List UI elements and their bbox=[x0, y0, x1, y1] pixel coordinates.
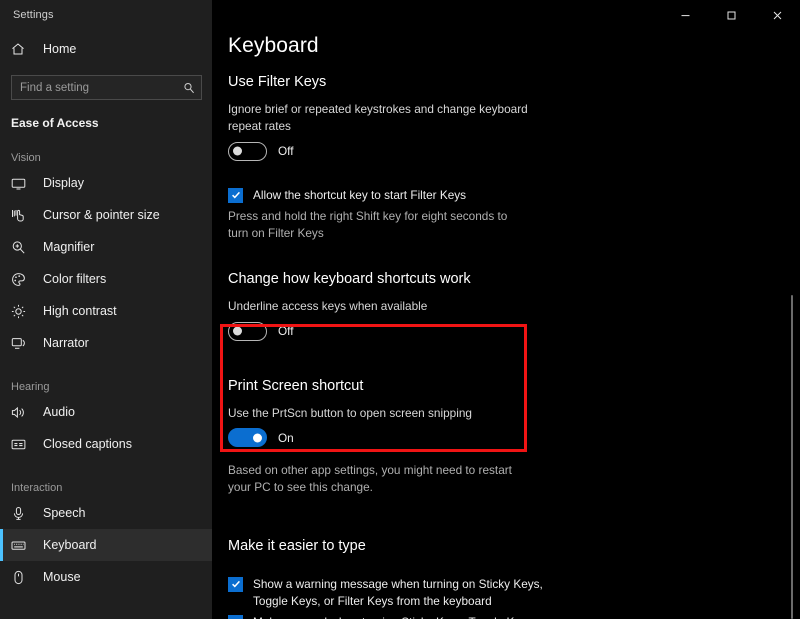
make-sound-checkbox[interactable] bbox=[228, 615, 243, 619]
sidebar-item-mouse[interactable]: Mouse bbox=[0, 561, 212, 593]
sidebar-item-home[interactable]: Home bbox=[0, 34, 212, 64]
section-heading-shortcuts: Change how keyboard shortcuts work bbox=[228, 271, 784, 287]
sidebar-category-title: Ease of Access bbox=[0, 116, 212, 130]
print-screen-note: Based on other app settings, you might n… bbox=[228, 462, 530, 496]
sidebar-item-keyboard[interactable]: Keyboard bbox=[0, 529, 212, 561]
filter-keys-toggle-row[interactable]: Off bbox=[228, 142, 784, 161]
sidebar-item-color-filters[interactable]: Color filters bbox=[0, 263, 212, 295]
mouse-icon bbox=[11, 570, 33, 585]
sidebar-item-closed-captions-label: Closed captions bbox=[43, 437, 132, 451]
scrollbar-thumb[interactable] bbox=[791, 295, 793, 619]
sidebar-item-speech[interactable]: Speech bbox=[0, 497, 212, 529]
section-heading-filter-keys: Use Filter Keys bbox=[228, 74, 784, 90]
narrator-icon bbox=[11, 336, 33, 351]
make-sound-checkbox-label: Make a sound when turning Sticky Keys, T… bbox=[253, 614, 545, 619]
sidebar-group-label-interaction: Interaction bbox=[0, 482, 212, 494]
title-bar: Settings bbox=[0, 0, 800, 30]
sidebar-item-cursor-pointer-size-label: Cursor & pointer size bbox=[43, 208, 160, 222]
window-controls bbox=[212, 0, 800, 30]
title-bar-left: Settings bbox=[0, 0, 212, 30]
sidebar-item-display-label: Display bbox=[43, 176, 84, 190]
speaker-icon bbox=[11, 405, 33, 420]
underline-access-keys-toggle-state: Off bbox=[278, 324, 294, 338]
sidebar-item-home-label: Home bbox=[43, 42, 76, 56]
print-screen-description: Use the PrtScn button to open screen sni… bbox=[228, 405, 528, 422]
settings-window: Home Ease of Access Vision bbox=[0, 0, 800, 619]
content-scrollbar[interactable] bbox=[786, 30, 795, 619]
sidebar-item-magnifier[interactable]: Magnifier bbox=[0, 231, 212, 263]
sidebar-group-label-hearing: Hearing bbox=[0, 381, 212, 393]
sidebar: Home Ease of Access Vision bbox=[0, 0, 212, 619]
maximize-button[interactable] bbox=[708, 0, 754, 30]
sidebar-item-display[interactable]: Display bbox=[0, 167, 212, 199]
keyboard-icon bbox=[11, 538, 33, 553]
underline-access-keys-toggle-row[interactable]: Off bbox=[228, 322, 784, 341]
sidebar-item-closed-captions[interactable]: Closed captions bbox=[0, 428, 212, 460]
minimize-button[interactable] bbox=[662, 0, 708, 30]
allow-shortcut-checkbox-row[interactable]: Allow the shortcut key to start Filter K… bbox=[228, 187, 784, 204]
allow-shortcut-checkbox[interactable] bbox=[228, 188, 243, 203]
search-input[interactable] bbox=[12, 76, 201, 99]
sidebar-item-narrator[interactable]: Narrator bbox=[0, 327, 212, 359]
sidebar-item-high-contrast-label: High contrast bbox=[43, 304, 117, 318]
filter-keys-toggle[interactable] bbox=[228, 142, 267, 161]
shortcuts-description: Underline access keys when available bbox=[228, 298, 528, 315]
sidebar-item-high-contrast[interactable]: High contrast bbox=[0, 295, 212, 327]
sidebar-item-audio-label: Audio bbox=[43, 405, 75, 419]
sidebar-item-magnifier-label: Magnifier bbox=[43, 240, 94, 254]
color-palette-icon bbox=[11, 272, 33, 287]
sidebar-item-audio[interactable]: Audio bbox=[0, 396, 212, 428]
search-container bbox=[11, 75, 202, 100]
sidebar-item-cursor-pointer-size[interactable]: Cursor & pointer size bbox=[0, 199, 212, 231]
magnifier-icon bbox=[11, 240, 33, 255]
page-title: Keyboard bbox=[228, 34, 784, 58]
search-box[interactable] bbox=[11, 75, 202, 100]
allow-shortcut-checkbox-label: Allow the shortcut key to start Filter K… bbox=[253, 187, 466, 204]
show-warning-checkbox[interactable] bbox=[228, 577, 243, 592]
sidebar-item-narrator-label: Narrator bbox=[43, 336, 89, 350]
home-icon bbox=[11, 42, 33, 56]
filter-keys-hint: Press and hold the right Shift key for e… bbox=[228, 208, 528, 242]
filter-keys-toggle-state: Off bbox=[278, 144, 294, 158]
print-screen-toggle[interactable] bbox=[228, 428, 267, 447]
print-screen-toggle-state: On bbox=[278, 431, 294, 445]
print-screen-toggle-row[interactable]: On bbox=[228, 428, 784, 447]
monitor-icon bbox=[11, 176, 33, 191]
sidebar-item-speech-label: Speech bbox=[43, 506, 85, 520]
underline-access-keys-toggle[interactable] bbox=[228, 322, 267, 341]
filter-keys-description: Ignore brief or repeated keystrokes and … bbox=[228, 101, 528, 135]
close-button[interactable] bbox=[754, 0, 800, 30]
microphone-icon bbox=[11, 506, 33, 521]
sidebar-item-color-filters-label: Color filters bbox=[43, 272, 106, 286]
show-warning-checkbox-row[interactable]: Show a warning message when turning on S… bbox=[228, 576, 784, 610]
cursor-pointer-icon bbox=[11, 208, 33, 223]
section-heading-print-screen: Print Screen shortcut bbox=[228, 378, 784, 394]
window-title: Settings bbox=[13, 9, 54, 21]
make-sound-checkbox-row[interactable]: Make a sound when turning Sticky Keys, T… bbox=[228, 614, 784, 619]
main-content: Keyboard Use Filter Keys Ignore brief or… bbox=[212, 0, 800, 619]
sidebar-group-label-vision: Vision bbox=[0, 152, 212, 164]
closed-captions-icon bbox=[11, 437, 33, 452]
sidebar-item-mouse-label: Mouse bbox=[43, 570, 81, 584]
brightness-icon bbox=[11, 304, 33, 319]
show-warning-checkbox-label: Show a warning message when turning on S… bbox=[253, 576, 545, 610]
sidebar-item-keyboard-label: Keyboard bbox=[43, 538, 97, 552]
section-heading-easier-to-type: Make it easier to type bbox=[228, 538, 784, 554]
search-icon[interactable] bbox=[183, 82, 195, 94]
